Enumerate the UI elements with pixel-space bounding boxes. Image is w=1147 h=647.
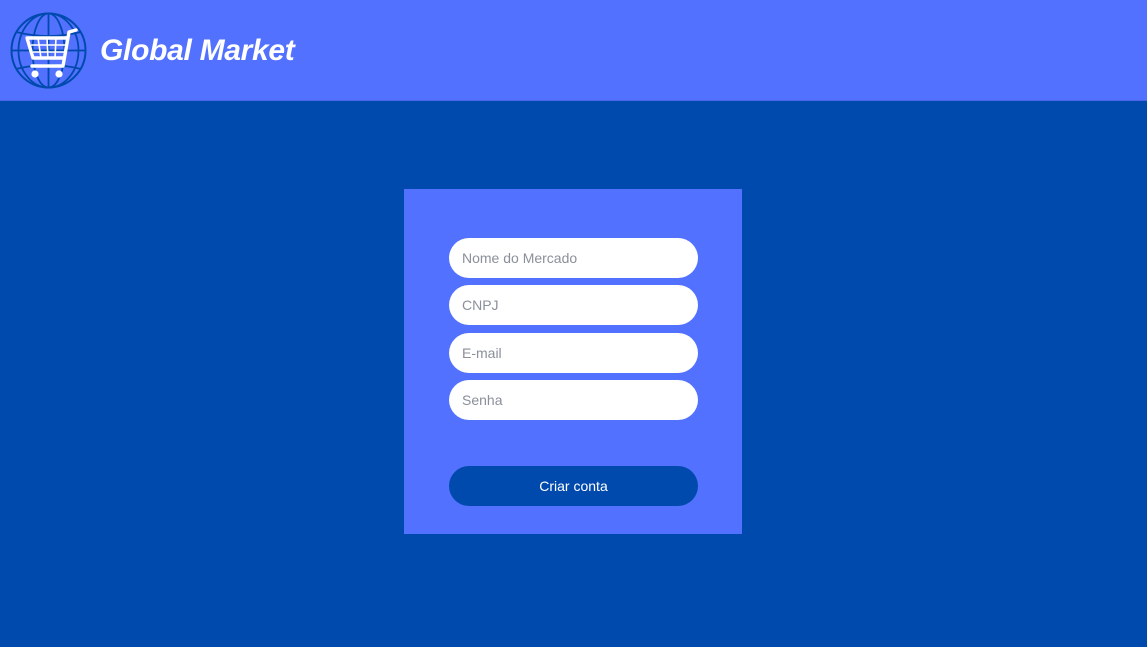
password-input[interactable] (449, 380, 698, 420)
header-bar: Global Market (0, 0, 1147, 101)
create-account-button[interactable]: Criar conta (449, 466, 698, 506)
signup-card: Criar conta (404, 189, 742, 534)
market-name-input[interactable] (449, 238, 698, 278)
brand-title: Global Market (100, 34, 295, 67)
cnpj-input[interactable] (449, 285, 698, 325)
email-input[interactable] (449, 333, 698, 373)
globe-cart-icon[interactable] (10, 12, 87, 89)
